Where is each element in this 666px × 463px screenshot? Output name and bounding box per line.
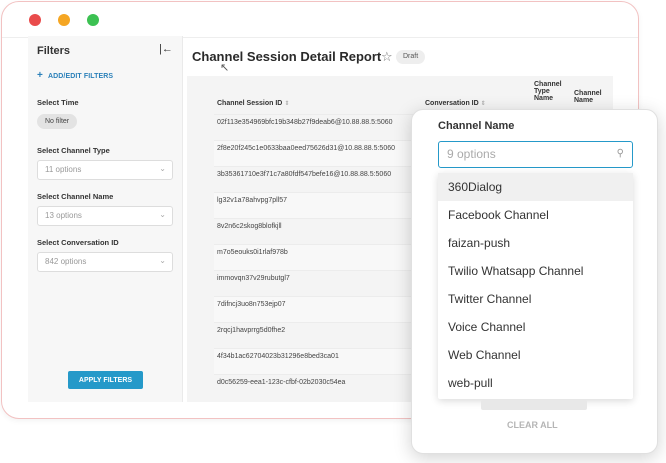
apply-filters-button[interactable]: APPLY FILTERS bbox=[68, 371, 143, 389]
session-id-cell: 8v2n6c2skog8blofkjll bbox=[217, 223, 282, 230]
session-id-cell: 3b35361710e3f71c7a80fdf547befe16@10.88.8… bbox=[217, 171, 392, 178]
session-id-cell: lg32v1a78ahvpg7pll57 bbox=[217, 197, 288, 204]
option-web-channel[interactable]: Web Channel bbox=[438, 341, 633, 369]
option-twilio-whatsapp-channel[interactable]: Twilio Whatsapp Channel bbox=[438, 257, 633, 285]
option-label: Twitter Channel bbox=[448, 292, 532, 306]
conversation-id-select[interactable]: 842 options ⌄ bbox=[37, 252, 173, 272]
option-label: Facebook Channel bbox=[448, 208, 549, 222]
option-facebook-channel[interactable]: Facebook Channel bbox=[438, 201, 633, 229]
add-edit-filters-link[interactable]: + ADD/EDIT FILTERS bbox=[37, 70, 113, 81]
filter-label-conversation-id: Select Conversation ID bbox=[37, 238, 119, 247]
option-faizan-push[interactable]: faizan-push bbox=[438, 229, 633, 257]
column-header-label: Channel Type Name bbox=[534, 81, 562, 102]
session-id-cell: 2f8e20f245c1e0633baa0eed75626d31@10.88.8… bbox=[217, 145, 395, 152]
maximize-window-button[interactable] bbox=[87, 14, 99, 26]
session-id-cell: 02f113e354969bfc19b348b27f9deab6@10.88.8… bbox=[217, 119, 393, 126]
option-label: faizan-push bbox=[448, 236, 511, 250]
option-web-pull[interactable]: web-pull bbox=[438, 369, 633, 397]
session-id-cell: m7o5eouks0i1rlaf978b bbox=[217, 249, 288, 256]
option-label: web-pull bbox=[448, 376, 493, 390]
title-bar bbox=[2, 2, 638, 38]
chevron-down-icon: ⌄ bbox=[159, 256, 166, 265]
close-window-button[interactable] bbox=[29, 14, 41, 26]
column-header-label: Channel Session ID bbox=[217, 100, 283, 107]
session-id-cell: 2rqcj1havprrg5d0fhe2 bbox=[217, 327, 286, 334]
filter-label-channel-name: Select Channel Name bbox=[37, 192, 114, 201]
add-edit-filters-label: ADD/EDIT FILTERS bbox=[47, 73, 114, 80]
column-header-channel-name[interactable]: Channel Name bbox=[574, 90, 608, 104]
option-label: Web Channel bbox=[448, 348, 521, 362]
session-id-cell: 7difncj3uo8n753ejp07 bbox=[217, 301, 286, 308]
plus-icon: + bbox=[37, 70, 43, 81]
channel-name-placeholder: 13 options bbox=[45, 211, 82, 220]
channel-name-dropdown: Channel Name ⚲ 360Dialog Facebook Channe… bbox=[411, 109, 658, 454]
column-header-channel-type-name[interactable]: Channel Type Name bbox=[534, 81, 566, 102]
filter-label-channel-type: Select Channel Type bbox=[37, 146, 110, 155]
draft-badge: Draft bbox=[396, 50, 426, 64]
dropdown-title: Channel Name bbox=[438, 120, 515, 132]
option-voice-channel[interactable]: Voice Channel bbox=[438, 313, 633, 341]
conversation-id-placeholder: 842 options bbox=[45, 257, 87, 266]
filters-sidebar: Filters |← + ADD/EDIT FILTERS Select Time… bbox=[28, 36, 183, 402]
chevron-down-icon: ⌄ bbox=[159, 210, 166, 219]
hidden-action-button[interactable] bbox=[481, 400, 587, 410]
mouse-cursor-icon: ↖ bbox=[220, 62, 230, 74]
session-id-cell: 4f34b1ac62704023b31296e8bed3ca01 bbox=[217, 353, 339, 360]
filter-label-time: Select Time bbox=[37, 98, 79, 107]
session-id-cell: immovqn37v29rubutgl7 bbox=[217, 275, 290, 282]
option-360dialog[interactable]: 360Dialog bbox=[438, 173, 633, 201]
channel-name-select[interactable]: 13 options ⌄ bbox=[37, 206, 173, 226]
filters-title: Filters bbox=[37, 45, 71, 57]
column-header-label: Conversation ID bbox=[425, 100, 479, 107]
time-filter-chip[interactable]: No filter bbox=[37, 114, 78, 129]
collapse-left-icon[interactable]: |← bbox=[159, 43, 173, 55]
option-twitter-channel[interactable]: Twitter Channel bbox=[438, 285, 633, 313]
search-icon: ⚲ bbox=[616, 148, 624, 159]
chevron-down-icon: ⌄ bbox=[159, 164, 166, 173]
session-id-cell: d0c56259-eea1-123c-cfbf-02b2030c54ea bbox=[217, 379, 346, 386]
sort-icon: ⇕ bbox=[480, 101, 486, 107]
channel-type-select[interactable]: 11 options ⌄ bbox=[37, 160, 173, 180]
channel-name-search-input[interactable] bbox=[447, 146, 607, 162]
column-header-conversation-id[interactable]: Conversation ID ⇕ bbox=[425, 100, 486, 107]
star-icon[interactable]: ☆ bbox=[381, 49, 393, 65]
option-label: Voice Channel bbox=[448, 320, 526, 334]
column-header-label: Channel Name bbox=[574, 90, 602, 104]
sort-icon: ⇕ bbox=[284, 101, 290, 107]
column-header-session-id[interactable]: Channel Session ID ⇕ bbox=[217, 100, 289, 107]
channel-name-options: 360Dialog Facebook Channel faizan-push T… bbox=[438, 173, 633, 399]
clear-all-button[interactable]: CLEAR ALL bbox=[507, 420, 558, 430]
channel-name-search[interactable]: ⚲ bbox=[438, 141, 633, 168]
option-label: Twilio Whatsapp Channel bbox=[448, 264, 584, 278]
option-label: 360Dialog bbox=[448, 180, 503, 194]
channel-type-placeholder: 11 options bbox=[45, 165, 82, 174]
minimize-window-button[interactable] bbox=[58, 14, 70, 26]
